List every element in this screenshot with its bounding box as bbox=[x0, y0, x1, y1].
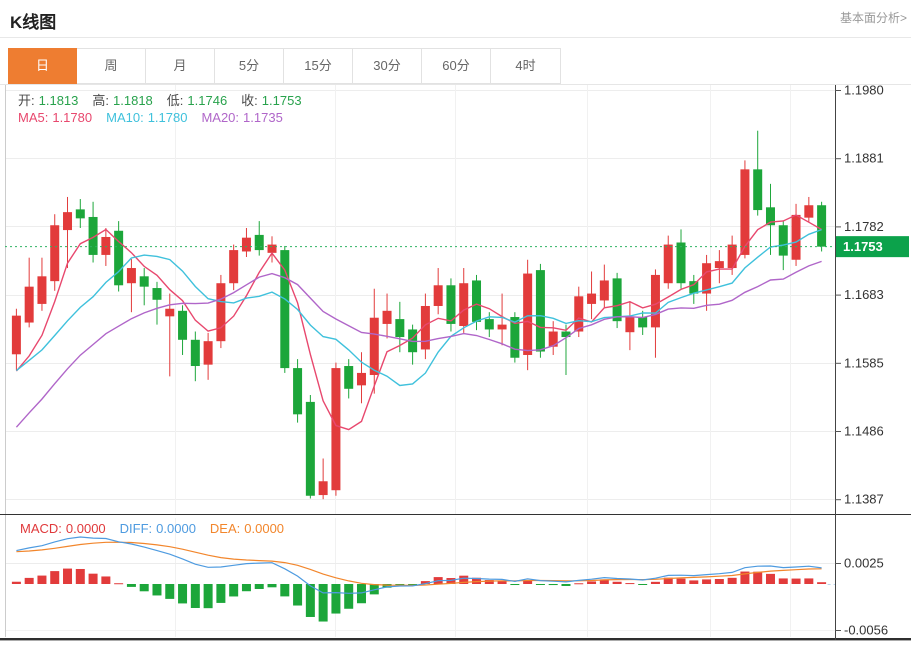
svg-text:1.1881: 1.1881 bbox=[844, 151, 884, 166]
svg-text:0.0025: 0.0025 bbox=[844, 556, 884, 571]
candles-layer bbox=[12, 131, 826, 499]
gridlines bbox=[5, 85, 835, 637]
macd-layer bbox=[12, 537, 835, 622]
svg-text:-0.0056: -0.0056 bbox=[844, 623, 888, 638]
ma-legend-value-1: 1.1780 bbox=[148, 110, 188, 125]
svg-text:1.1683: 1.1683 bbox=[844, 287, 884, 302]
svg-text:1.1387: 1.1387 bbox=[844, 492, 884, 507]
ohlc-legend-value-1: 1.1818 bbox=[113, 93, 153, 108]
svg-text:1.1486: 1.1486 bbox=[844, 424, 884, 439]
ma-legend-label-2: MA20: bbox=[201, 110, 239, 125]
ma5-line bbox=[16, 215, 821, 430]
ma-legend-label-1: MA10: bbox=[106, 110, 144, 125]
ma-legend-label-0: MA5: bbox=[18, 110, 48, 125]
macd-legend-label-1: DIFF: bbox=[120, 521, 153, 536]
svg-text:1.1753: 1.1753 bbox=[843, 239, 883, 254]
ohlc-legend-value-2: 1.1746 bbox=[187, 93, 227, 108]
bottom-border bbox=[0, 638, 911, 640]
diff-line bbox=[16, 537, 821, 593]
macd-legend-label-2: DEA: bbox=[210, 521, 240, 536]
ohlc-legend-label-2: 低: bbox=[167, 93, 184, 108]
svg-text:1.1980: 1.1980 bbox=[844, 83, 884, 98]
macd-legend-value-1: 0.0000 bbox=[156, 521, 196, 536]
macd-legend: MACD:0.0000DIFF:0.0000DEA:0.0000 bbox=[20, 521, 298, 536]
ohlc-legend-value-0: 1.1813 bbox=[39, 93, 79, 108]
macd-legend-value-2: 0.0000 bbox=[244, 521, 284, 536]
ohlc-legend-value-3: 1.1753 bbox=[262, 93, 302, 108]
macd-legend-label-0: MACD: bbox=[20, 521, 62, 536]
ohlc-legend: 开: 1.1813 高: 1.1818 低:1.1746 收: 1.1753 bbox=[18, 90, 316, 109]
ma-legend: MA5: 1.1780 MA10: 1.1780 MA20: 1.1735 bbox=[18, 110, 297, 125]
ma-legend-value-0: 1.1780 bbox=[52, 110, 92, 125]
kline-app: K线图 基本面分析> 日周月5分15分30分60分4时 开:1.1813高:1.… bbox=[0, 0, 911, 645]
ohlc-legend-label-3: 收: bbox=[241, 93, 258, 108]
ohlc-legend-label-0: 开: bbox=[18, 93, 35, 108]
macd-legend-value-0: 0.0000 bbox=[66, 521, 106, 536]
ma-legend-value-2: 1.1735 bbox=[243, 110, 283, 125]
svg-text:1.1782: 1.1782 bbox=[844, 219, 884, 234]
ohlc-legend-label-1: 高: bbox=[92, 93, 109, 108]
ma10-line bbox=[16, 230, 821, 386]
svg-text:1.1585: 1.1585 bbox=[844, 355, 884, 370]
price-axis-labels: 1.1980 1.1881 1.1782 1.1683 1.1585 1.1486 1.13… bbox=[835, 83, 909, 638]
ma20-line bbox=[16, 261, 821, 427]
